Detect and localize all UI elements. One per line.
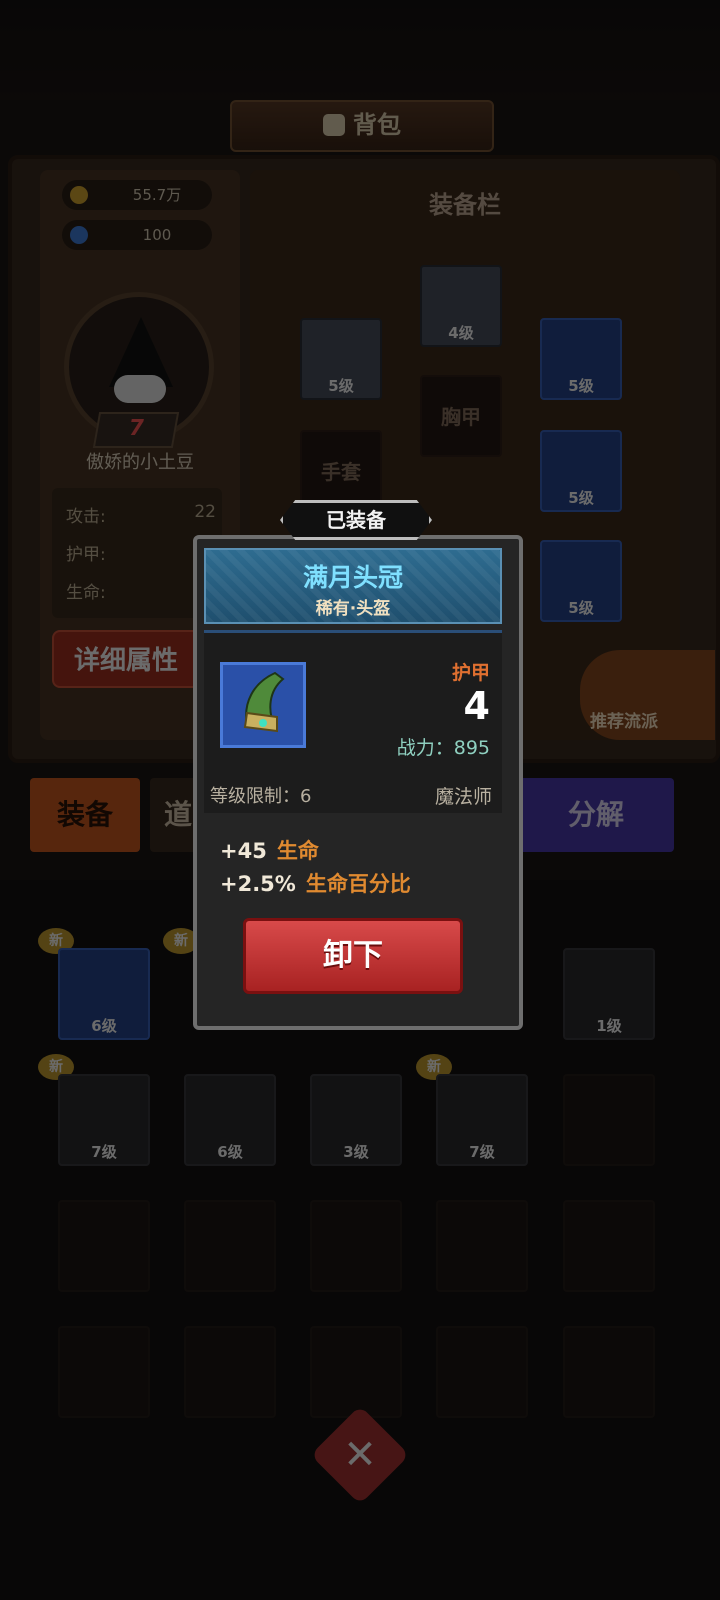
equip-slot-book[interactable]: 5级 bbox=[540, 540, 622, 622]
tab-dismantle[interactable]: 分解 bbox=[518, 778, 674, 852]
level-badge: 7 bbox=[92, 412, 180, 448]
attribute-value: +45 bbox=[220, 839, 267, 863]
main-stat-value: 4 bbox=[463, 684, 490, 728]
item-icon-frame bbox=[220, 662, 306, 748]
slot-level: 5级 bbox=[328, 377, 354, 395]
stat-attack: 攻击: 22 bbox=[66, 502, 216, 527]
player-name: 傲娇的小土豆 bbox=[86, 452, 194, 473]
stat-value: 22 bbox=[194, 502, 216, 522]
equipped-tag: 已装备 bbox=[280, 500, 432, 540]
item-rarity-type: 稀有·头盔 bbox=[315, 599, 391, 619]
attribute-line: +45 生命 bbox=[220, 835, 319, 865]
equip-slot-chest[interactable]: 胸甲 bbox=[420, 375, 502, 457]
slot-level: 3级 bbox=[343, 1143, 369, 1161]
recommend-label: 推荐流派 bbox=[590, 712, 658, 732]
inventory-slot-empty[interactable] bbox=[310, 1200, 402, 1292]
inventory-slot[interactable]: 6级 bbox=[184, 1074, 276, 1166]
unequip-button[interactable]: 卸下 bbox=[243, 918, 463, 994]
item-name: 满月头冠 bbox=[302, 563, 403, 592]
tab-equipment[interactable]: 装备 bbox=[30, 778, 140, 852]
gem-icon bbox=[70, 226, 88, 244]
inventory-slot-empty[interactable] bbox=[436, 1200, 528, 1292]
slot-level: 7级 bbox=[469, 1143, 495, 1161]
slot-label: 胸甲 bbox=[441, 405, 481, 429]
inventory-slot[interactable]: 6级 bbox=[58, 948, 150, 1040]
equip-slot-hat[interactable]: 4级 bbox=[420, 265, 502, 347]
attribute-value: +2.5% bbox=[220, 872, 296, 896]
equip-slot-gloves[interactable]: 手套 bbox=[300, 430, 382, 512]
inventory-slot-empty[interactable] bbox=[310, 1326, 402, 1418]
slot-level: 4级 bbox=[448, 324, 474, 342]
inventory-slot[interactable]: 7级 bbox=[58, 1074, 150, 1166]
slot-level: 7级 bbox=[91, 1143, 117, 1161]
inventory-slot-empty[interactable] bbox=[563, 1326, 655, 1418]
gem-counter: 100 bbox=[62, 220, 212, 250]
gold-amount: 55.7万 bbox=[132, 186, 182, 204]
slot-level: 1级 bbox=[596, 1017, 622, 1035]
inventory-slot-empty[interactable] bbox=[563, 1074, 655, 1166]
title-bar: 背包 bbox=[230, 100, 494, 152]
inventory-slot-empty[interactable] bbox=[58, 1200, 150, 1292]
gold-counter: 55.7万 bbox=[62, 180, 212, 210]
gem-amount: 100 bbox=[142, 226, 172, 244]
attribute-name: 生命百分比 bbox=[305, 872, 411, 896]
stat-label: 生命: bbox=[66, 583, 106, 603]
combat-power: 战力：895 bbox=[396, 737, 490, 759]
item-header: 满月头冠 稀有·头盔 bbox=[204, 548, 502, 624]
avatar-face bbox=[114, 375, 166, 403]
top-frame bbox=[0, 0, 720, 100]
inventory-slot[interactable]: 3级 bbox=[310, 1074, 402, 1166]
attribute-line: +2.5% 生命百分比 bbox=[220, 868, 411, 898]
equip-slot-ring[interactable]: 5级 bbox=[540, 430, 622, 512]
slot-level: 6级 bbox=[91, 1017, 117, 1035]
inventory-slot-empty[interactable] bbox=[436, 1326, 528, 1418]
slot-level: 5级 bbox=[568, 377, 594, 395]
equip-slot-necklace[interactable]: 5级 bbox=[540, 318, 622, 400]
class-requirement: 魔法师 bbox=[434, 786, 492, 808]
horn-helmet-icon bbox=[243, 671, 285, 733]
slot-level: 5级 bbox=[568, 599, 594, 617]
inventory-slot-empty[interactable] bbox=[184, 1326, 276, 1418]
page-title: 背包 bbox=[353, 111, 401, 139]
equip-slot-helmet[interactable]: 5级 bbox=[300, 318, 382, 400]
inventory-slot[interactable]: 7级 bbox=[436, 1074, 528, 1166]
attribute-name: 生命 bbox=[276, 839, 319, 863]
close-button[interactable]: ✕ bbox=[310, 1405, 410, 1505]
stat-label: 攻击: bbox=[66, 507, 106, 527]
slot-level: 5级 bbox=[568, 489, 594, 507]
inventory-slot-empty[interactable] bbox=[563, 1200, 655, 1292]
inventory-slot-empty[interactable] bbox=[58, 1326, 150, 1418]
equipment-title: 装备栏 bbox=[429, 191, 501, 219]
bag-icon bbox=[323, 114, 345, 136]
slot-label: 手套 bbox=[321, 460, 361, 484]
main-stat-name: 护甲 bbox=[451, 662, 490, 684]
close-icon: ✕ bbox=[343, 1432, 377, 1478]
stat-label: 护甲: bbox=[66, 545, 106, 565]
level-requirement: 等级限制：6 bbox=[210, 786, 312, 807]
slot-level: 6级 bbox=[217, 1143, 243, 1161]
inventory-slot-empty[interactable] bbox=[184, 1200, 276, 1292]
recommend-build-button[interactable]: 推荐流派 bbox=[580, 650, 715, 740]
gold-coin-icon bbox=[70, 186, 88, 204]
inventory-slot[interactable]: 1级 bbox=[563, 948, 655, 1040]
